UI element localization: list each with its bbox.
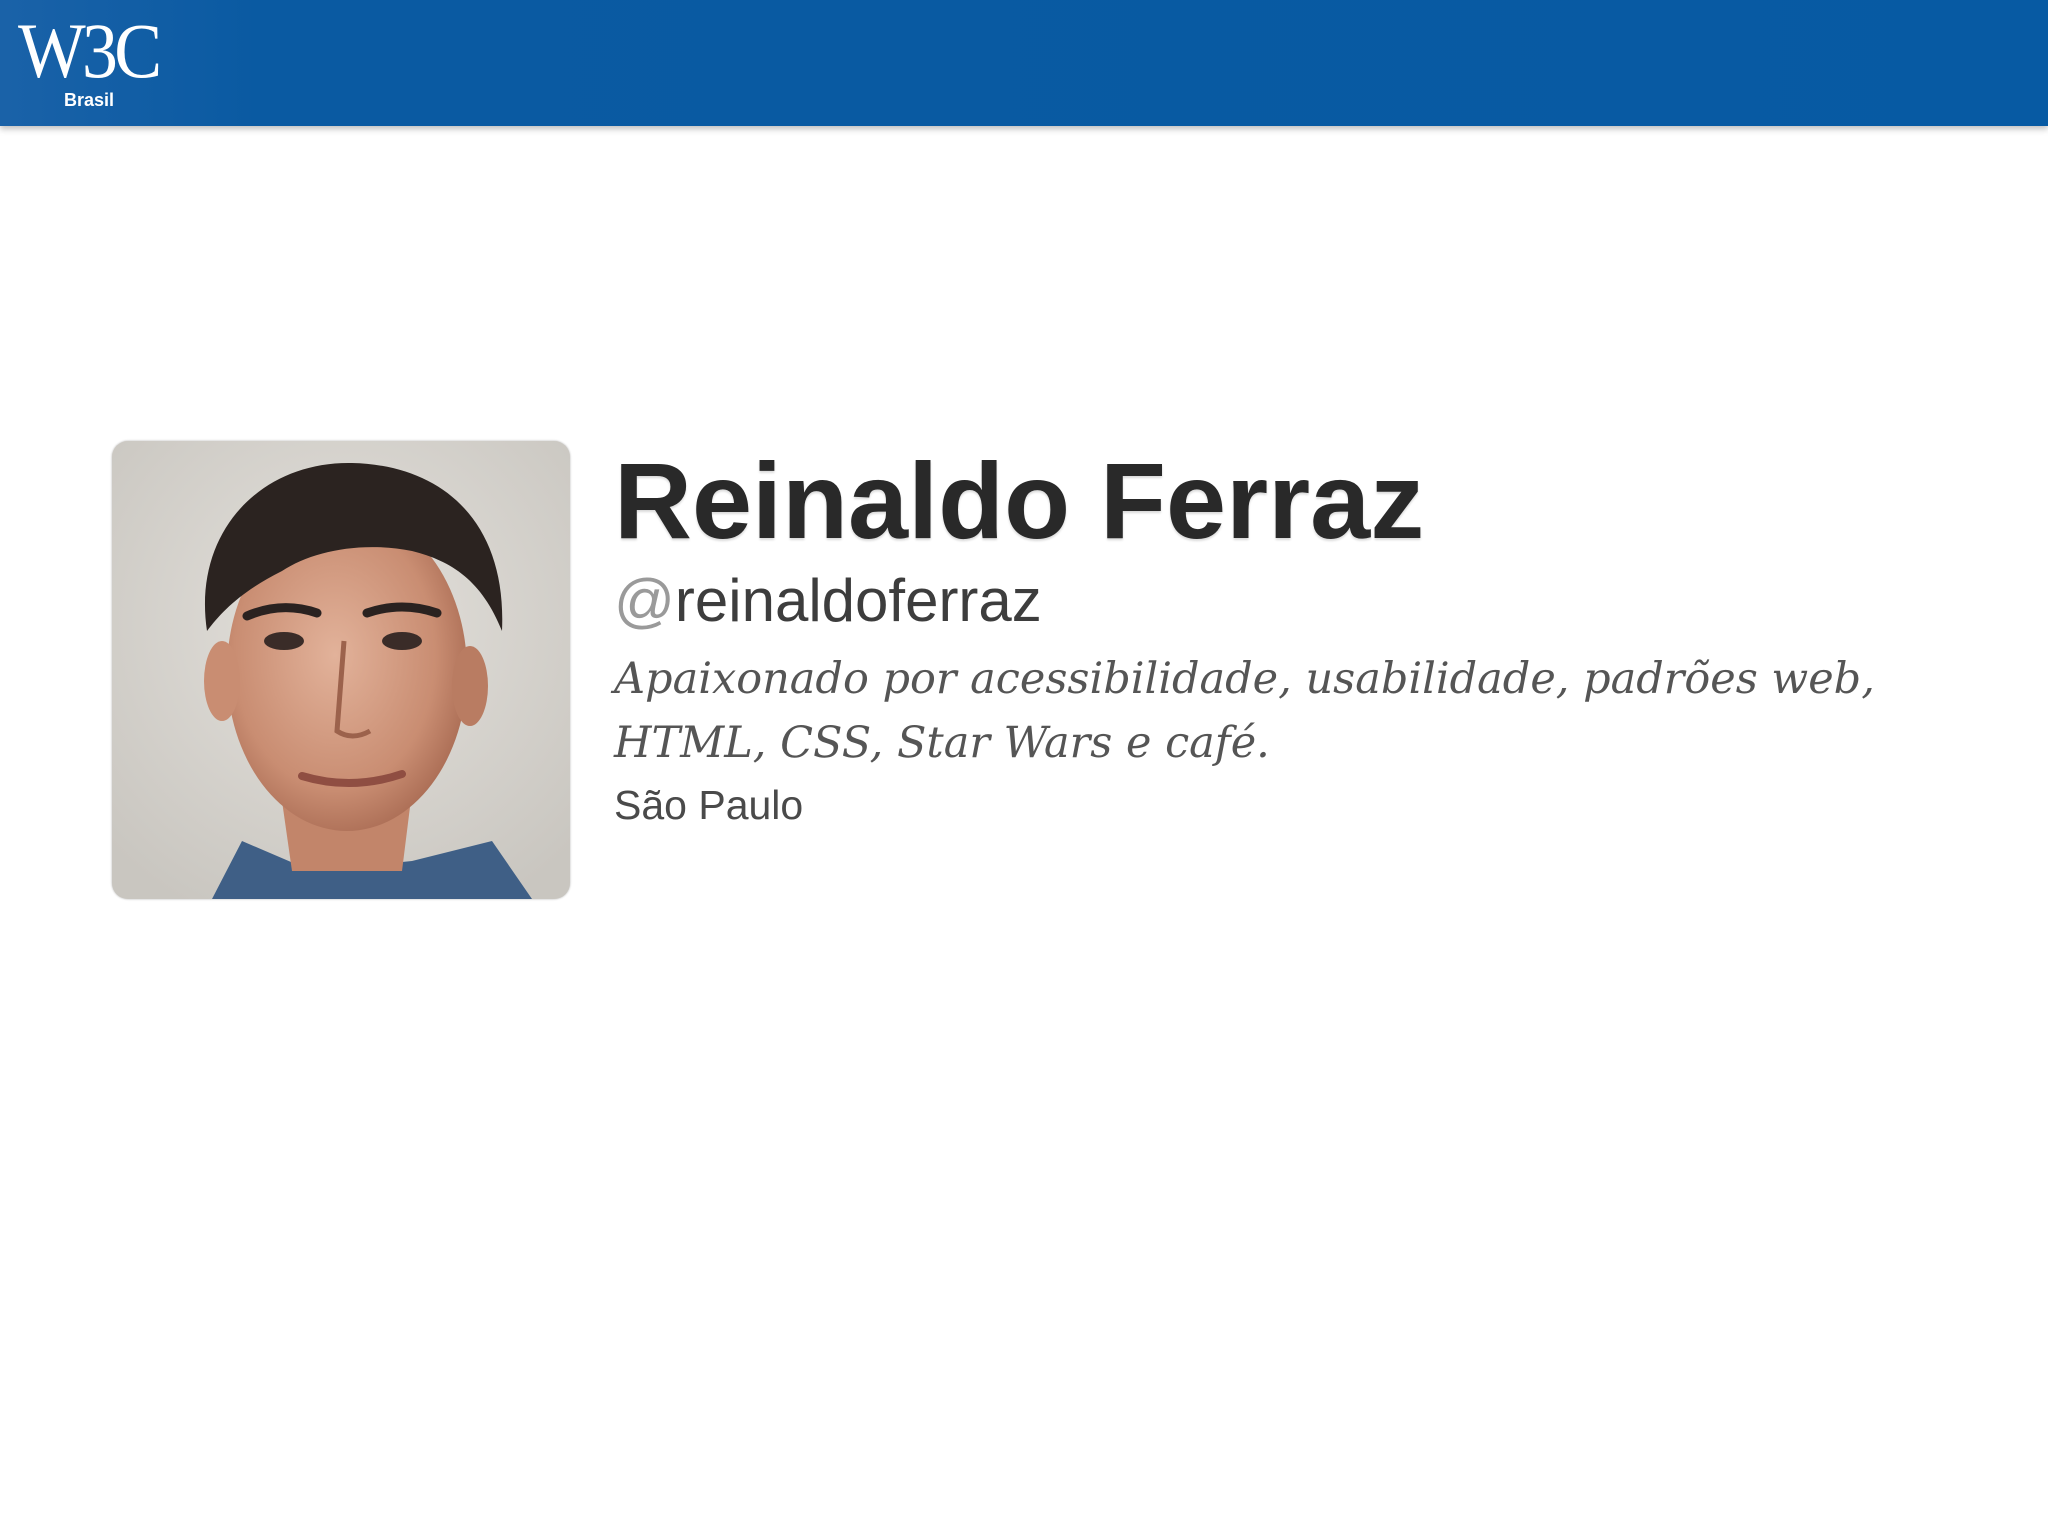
profile-location: São Paulo bbox=[614, 782, 804, 828]
person-photo-icon bbox=[112, 441, 570, 899]
profile-bio: Apaixonado por acessibilidade, usabilida… bbox=[614, 654, 1875, 768]
avatar[interactable] bbox=[112, 441, 570, 899]
w3c-logo[interactable]: W3C Brasil bbox=[14, 6, 184, 118]
profile-name: Reinaldo Ferraz bbox=[614, 440, 1425, 561]
logo-text: W3C bbox=[18, 7, 162, 94]
profile-card: Reinaldo Ferraz @reinaldoferraz Apaixona… bbox=[112, 441, 1962, 911]
at-symbol: @ bbox=[614, 567, 675, 634]
handle-username: reinaldoferraz bbox=[674, 567, 1042, 634]
profile-handle[interactable]: @reinaldoferraz bbox=[614, 565, 1042, 637]
logo-subtext: Brasil bbox=[64, 90, 115, 110]
header-bar: W3C Brasil bbox=[0, 0, 2048, 126]
